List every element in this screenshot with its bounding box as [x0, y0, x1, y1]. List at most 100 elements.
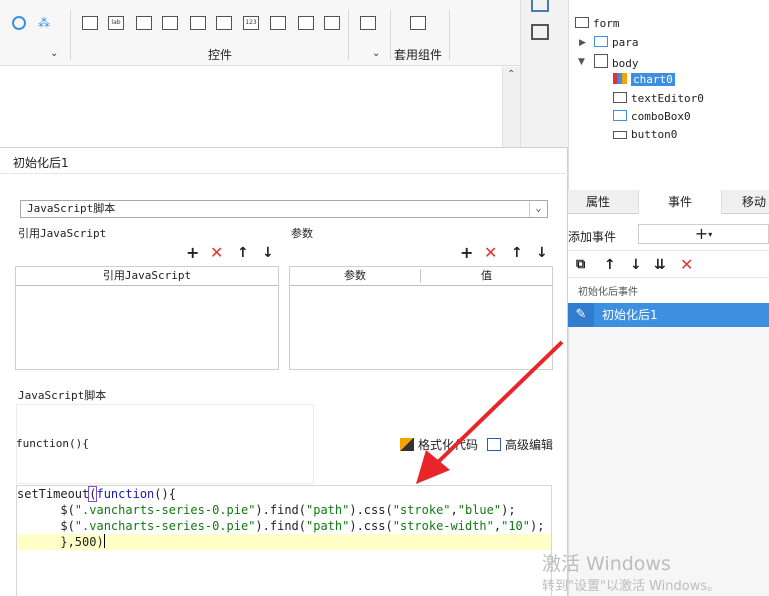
params-table-header: 参数 值: [290, 267, 552, 286]
tree-item-combobox0[interactable]: comboBox0: [613, 110, 691, 123]
collapse-icon[interactable]: ▼: [578, 57, 585, 67]
code-token: $(: [17, 503, 75, 517]
property-tabs: 属性 事件 移动: [568, 190, 769, 214]
toolbar-separator: [449, 10, 450, 60]
tree-item-chart0[interactable]: chart0: [613, 73, 675, 86]
toolbar-separator: [70, 10, 71, 60]
tree-item-para[interactable]: para: [594, 36, 639, 49]
delete-param-icon[interactable]: ✕: [484, 245, 497, 261]
texteditor-icon: [613, 92, 627, 103]
layout-grid-icon[interactable]: [531, 24, 549, 40]
tree-item-texteditor0[interactable]: textEditor0: [613, 92, 704, 105]
theme-icon[interactable]: [12, 16, 26, 30]
move-bottom-icon[interactable]: ⇊: [654, 257, 666, 273]
design-toolbar: ⁂ ⌄ lab 123 控件 ⌄ 套用组件: [0, 0, 520, 66]
tab-properties[interactable]: 属性: [568, 190, 628, 214]
tree-item-label: para: [612, 36, 639, 49]
chevron-down-icon[interactable]: ⌄: [50, 48, 58, 59]
add-ref-js-icon[interactable]: +: [186, 245, 199, 261]
move-down-param-icon[interactable]: ↓: [536, 245, 548, 261]
delete-ref-js-icon[interactable]: ✕: [210, 245, 223, 261]
tree-item-body[interactable]: body: [594, 54, 639, 70]
move-down-ref-js-icon[interactable]: ↓: [262, 245, 274, 261]
code-string: "path": [306, 503, 350, 517]
code-editor[interactable]: setTimeout(function(){ $(".vancharts-ser…: [16, 485, 552, 596]
copy-icon[interactable]: ⧉: [576, 257, 585, 273]
canvas-scrollbar[interactable]: ⌃: [502, 67, 520, 147]
tree-item-form[interactable]: form: [575, 17, 620, 30]
value-column-header: 值: [481, 269, 492, 282]
code-string: ".vancharts-series-0.pie": [74, 519, 256, 533]
toolbar-separator: [390, 10, 391, 60]
textarea-widget-icon[interactable]: [270, 16, 286, 30]
chevron-down-icon[interactable]: ⌄: [529, 201, 547, 217]
code-string: "10": [501, 519, 531, 533]
dialog-title: 初始化后1: [13, 156, 69, 170]
component-icon[interactable]: ⁂: [38, 16, 52, 30]
ref-js-section-label: 引用JavaScript: [18, 227, 107, 240]
tab-mobile[interactable]: 移动: [732, 190, 769, 214]
form-widget-icon[interactable]: [190, 16, 206, 30]
code-token: $(: [17, 519, 75, 533]
move-up-icon[interactable]: ↑: [604, 257, 616, 273]
tree-item-label: body: [612, 57, 639, 70]
move-down-icon[interactable]: ↓: [630, 257, 642, 273]
event-toolbar: ⧉ ↑ ↓ ⇊ ✕: [568, 250, 769, 278]
number-widget-icon[interactable]: 123: [243, 16, 259, 30]
body-icon: [594, 54, 608, 68]
add-event-button[interactable]: +▾: [638, 224, 769, 244]
search-widget-icon[interactable]: [360, 16, 376, 30]
chevron-down-icon[interactable]: ⌄: [372, 48, 380, 59]
annotation-arrow: [416, 340, 564, 484]
combobox-icon: [613, 110, 627, 121]
template-widget-icon[interactable]: [410, 16, 426, 30]
dialog-title-bar: [0, 148, 568, 174]
toolbar-separator: [348, 10, 349, 60]
code-string: "blue": [457, 503, 502, 517]
code-token: ).css(: [349, 519, 393, 533]
code-token: );: [501, 503, 516, 517]
code-token: ).find(: [255, 503, 306, 517]
code-token: );: [530, 519, 545, 533]
script-type-value: JavaScript脚本: [27, 202, 116, 215]
textfield-widget-icon[interactable]: [136, 16, 152, 30]
combobox-widget-icon[interactable]: [162, 16, 178, 30]
add-event-label: 添加事件: [568, 230, 617, 244]
code-string: "stroke-width": [392, 519, 494, 533]
add-param-icon[interactable]: +: [460, 245, 473, 261]
function-header: function(){: [16, 437, 89, 450]
watermark-title: 激活 Windows: [542, 553, 671, 575]
code-line-2: $(".vancharts-series-0.pie").find("path"…: [17, 502, 551, 518]
move-up-ref-js-icon[interactable]: ↑: [237, 245, 249, 261]
edit-icon[interactable]: ✎: [568, 303, 594, 327]
code-line-3: $(".vancharts-series-0.pie").find("path"…: [17, 518, 551, 534]
layout-icon[interactable]: [531, 0, 549, 12]
label-widget-icon[interactable]: lab: [108, 16, 124, 30]
event-item-label: 初始化后1: [602, 308, 658, 322]
button-widget-icon[interactable]: [82, 16, 98, 30]
checkbox-widget-icon[interactable]: [324, 16, 340, 30]
widgets-group-label: 控件: [208, 48, 233, 62]
ref-js-table: 引用JavaScript: [15, 266, 279, 370]
text-cursor: [103, 534, 105, 548]
scroll-up-icon[interactable]: ⌃: [507, 69, 515, 80]
move-up-param-icon[interactable]: ↑: [511, 245, 523, 261]
tree-item-label: chart0: [631, 73, 675, 86]
chart-icon: [613, 73, 627, 84]
label-widget-text: lab: [111, 19, 121, 26]
script-type-select[interactable]: JavaScript脚本 ⌄: [20, 200, 548, 218]
date-widget-icon[interactable]: [216, 16, 232, 30]
canvas-area: [0, 67, 502, 147]
button-icon: [613, 131, 627, 139]
expand-icon[interactable]: ▶: [579, 38, 586, 48]
code-string: "stroke": [392, 503, 451, 517]
radio-widget-icon[interactable]: [298, 16, 314, 30]
delete-icon[interactable]: ✕: [680, 257, 693, 273]
watermark-subtitle: 转到"设置"以激活 Windows。: [542, 579, 721, 594]
event-item[interactable]: ✎ 初始化后1: [568, 303, 769, 327]
tab-events[interactable]: 事件: [638, 190, 722, 214]
caret-down-icon: ▾: [708, 230, 713, 239]
number-widget-text: 123: [245, 19, 257, 26]
tree-item-button0[interactable]: button0: [613, 128, 677, 141]
js-section-label: JavaScript脚本: [18, 389, 107, 402]
